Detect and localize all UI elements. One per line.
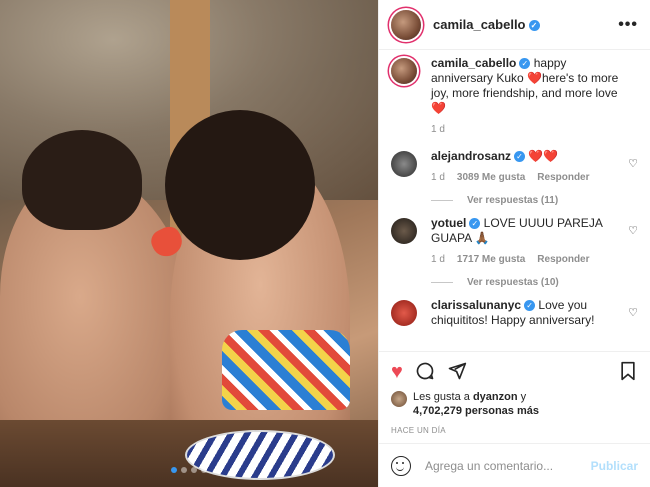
- author-avatar[interactable]: [391, 9, 421, 40]
- bookmark-icon[interactable]: [618, 361, 638, 384]
- caption-time[interactable]: 1 d: [431, 122, 445, 137]
- likes-count[interactable]: 4,702,279 personas más: [413, 405, 539, 417]
- heart-filled-icon[interactable]: ♥: [391, 362, 403, 382]
- carousel-dot: [191, 467, 197, 473]
- likes-summary[interactable]: Les gusta a dyanzon y 4,702,279 personas …: [391, 390, 638, 418]
- comment-like-icon[interactable]: ♡: [628, 224, 638, 237]
- comment-input[interactable]: [425, 458, 591, 473]
- comment-item: clarissalunanyc ✓ Love you chiquititos! H…: [391, 298, 638, 328]
- comments-section: camila_cabello ✓ happy anniversary Kuko ❤…: [379, 50, 650, 351]
- caption-username[interactable]: camila_cabello: [431, 56, 516, 70]
- carousel-dot: [171, 467, 177, 473]
- view-replies-button[interactable]: Ver respuestas (11): [431, 195, 638, 206]
- comment-icon[interactable]: [415, 361, 435, 384]
- commenter-username[interactable]: yotuel: [431, 216, 466, 230]
- more-options-icon[interactable]: •••: [618, 16, 638, 34]
- post-header: camila_cabello ✓ •••: [379, 0, 650, 50]
- commenter-avatar[interactable]: [391, 218, 417, 244]
- plate: [185, 430, 335, 480]
- verified-badge-icon: ✓: [514, 151, 526, 162]
- commenter-avatar[interactable]: [391, 300, 417, 326]
- view-replies-button[interactable]: Ver respuestas (10): [431, 277, 638, 288]
- reply-button[interactable]: Responder: [537, 252, 589, 267]
- comment-likes[interactable]: 3089 Me gusta: [457, 170, 525, 185]
- author-username[interactable]: camila_cabello ✓: [433, 17, 540, 32]
- comment-item: alejandrosanz ✓ ❤️❤️ 1 d 3089 Me gusta Re…: [391, 149, 638, 185]
- publish-button[interactable]: Publicar: [591, 459, 638, 473]
- comment-text: ❤️❤️: [525, 149, 559, 163]
- view-replies-label: Ver respuestas (10): [467, 277, 559, 288]
- comment-item: yotuel ✓ LOVE UUUU PAREJA GUAPA 🙏🏾 1 d 17…: [391, 216, 638, 267]
- comment-time[interactable]: 1 d: [431, 252, 445, 267]
- verified-badge-icon: ✓: [524, 300, 536, 311]
- caption: camila_cabello ✓ happy anniversary Kuko ❤…: [391, 56, 638, 137]
- post-date[interactable]: HACE UN DÍA: [391, 426, 638, 435]
- emoji-icon[interactable]: [391, 455, 411, 476]
- verified-badge-icon: ✓: [528, 20, 540, 31]
- liker-username[interactable]: dyanzon: [473, 391, 518, 403]
- verified-badge-icon: ✓: [519, 58, 531, 69]
- post-sidebar: camila_cabello ✓ ••• camila_cabello ✓ happ…: [378, 0, 650, 487]
- comment-like-icon[interactable]: ♡: [628, 157, 638, 170]
- commenter-avatar[interactable]: [391, 151, 417, 177]
- add-comment-bar: Publicar: [379, 443, 650, 487]
- carousel-dot: [181, 467, 187, 473]
- comment-time[interactable]: 1 d: [431, 170, 445, 185]
- verified-badge-icon: ✓: [469, 218, 481, 229]
- view-replies-label: Ver respuestas (11): [467, 195, 559, 206]
- comment-likes[interactable]: 1717 Me gusta: [457, 252, 525, 267]
- caption-avatar[interactable]: [391, 58, 417, 84]
- reply-button[interactable]: Responder: [537, 170, 589, 185]
- liker-avatar: [391, 391, 407, 407]
- post-actions: ♥ Les gusta a dyanzon y 4,702,279 persona…: [379, 351, 650, 443]
- share-icon[interactable]: [447, 361, 467, 384]
- carousel-dot: [201, 467, 207, 473]
- instagram-post: camila_cabello ✓ ••• camila_cabello ✓ happ…: [0, 0, 650, 487]
- post-photo[interactable]: [0, 0, 378, 487]
- comment-like-icon[interactable]: ♡: [628, 306, 638, 319]
- commenter-username[interactable]: clarissalunanyc: [431, 298, 521, 312]
- commenter-username[interactable]: alejandrosanz: [431, 149, 511, 163]
- carousel-indicator: [171, 467, 207, 473]
